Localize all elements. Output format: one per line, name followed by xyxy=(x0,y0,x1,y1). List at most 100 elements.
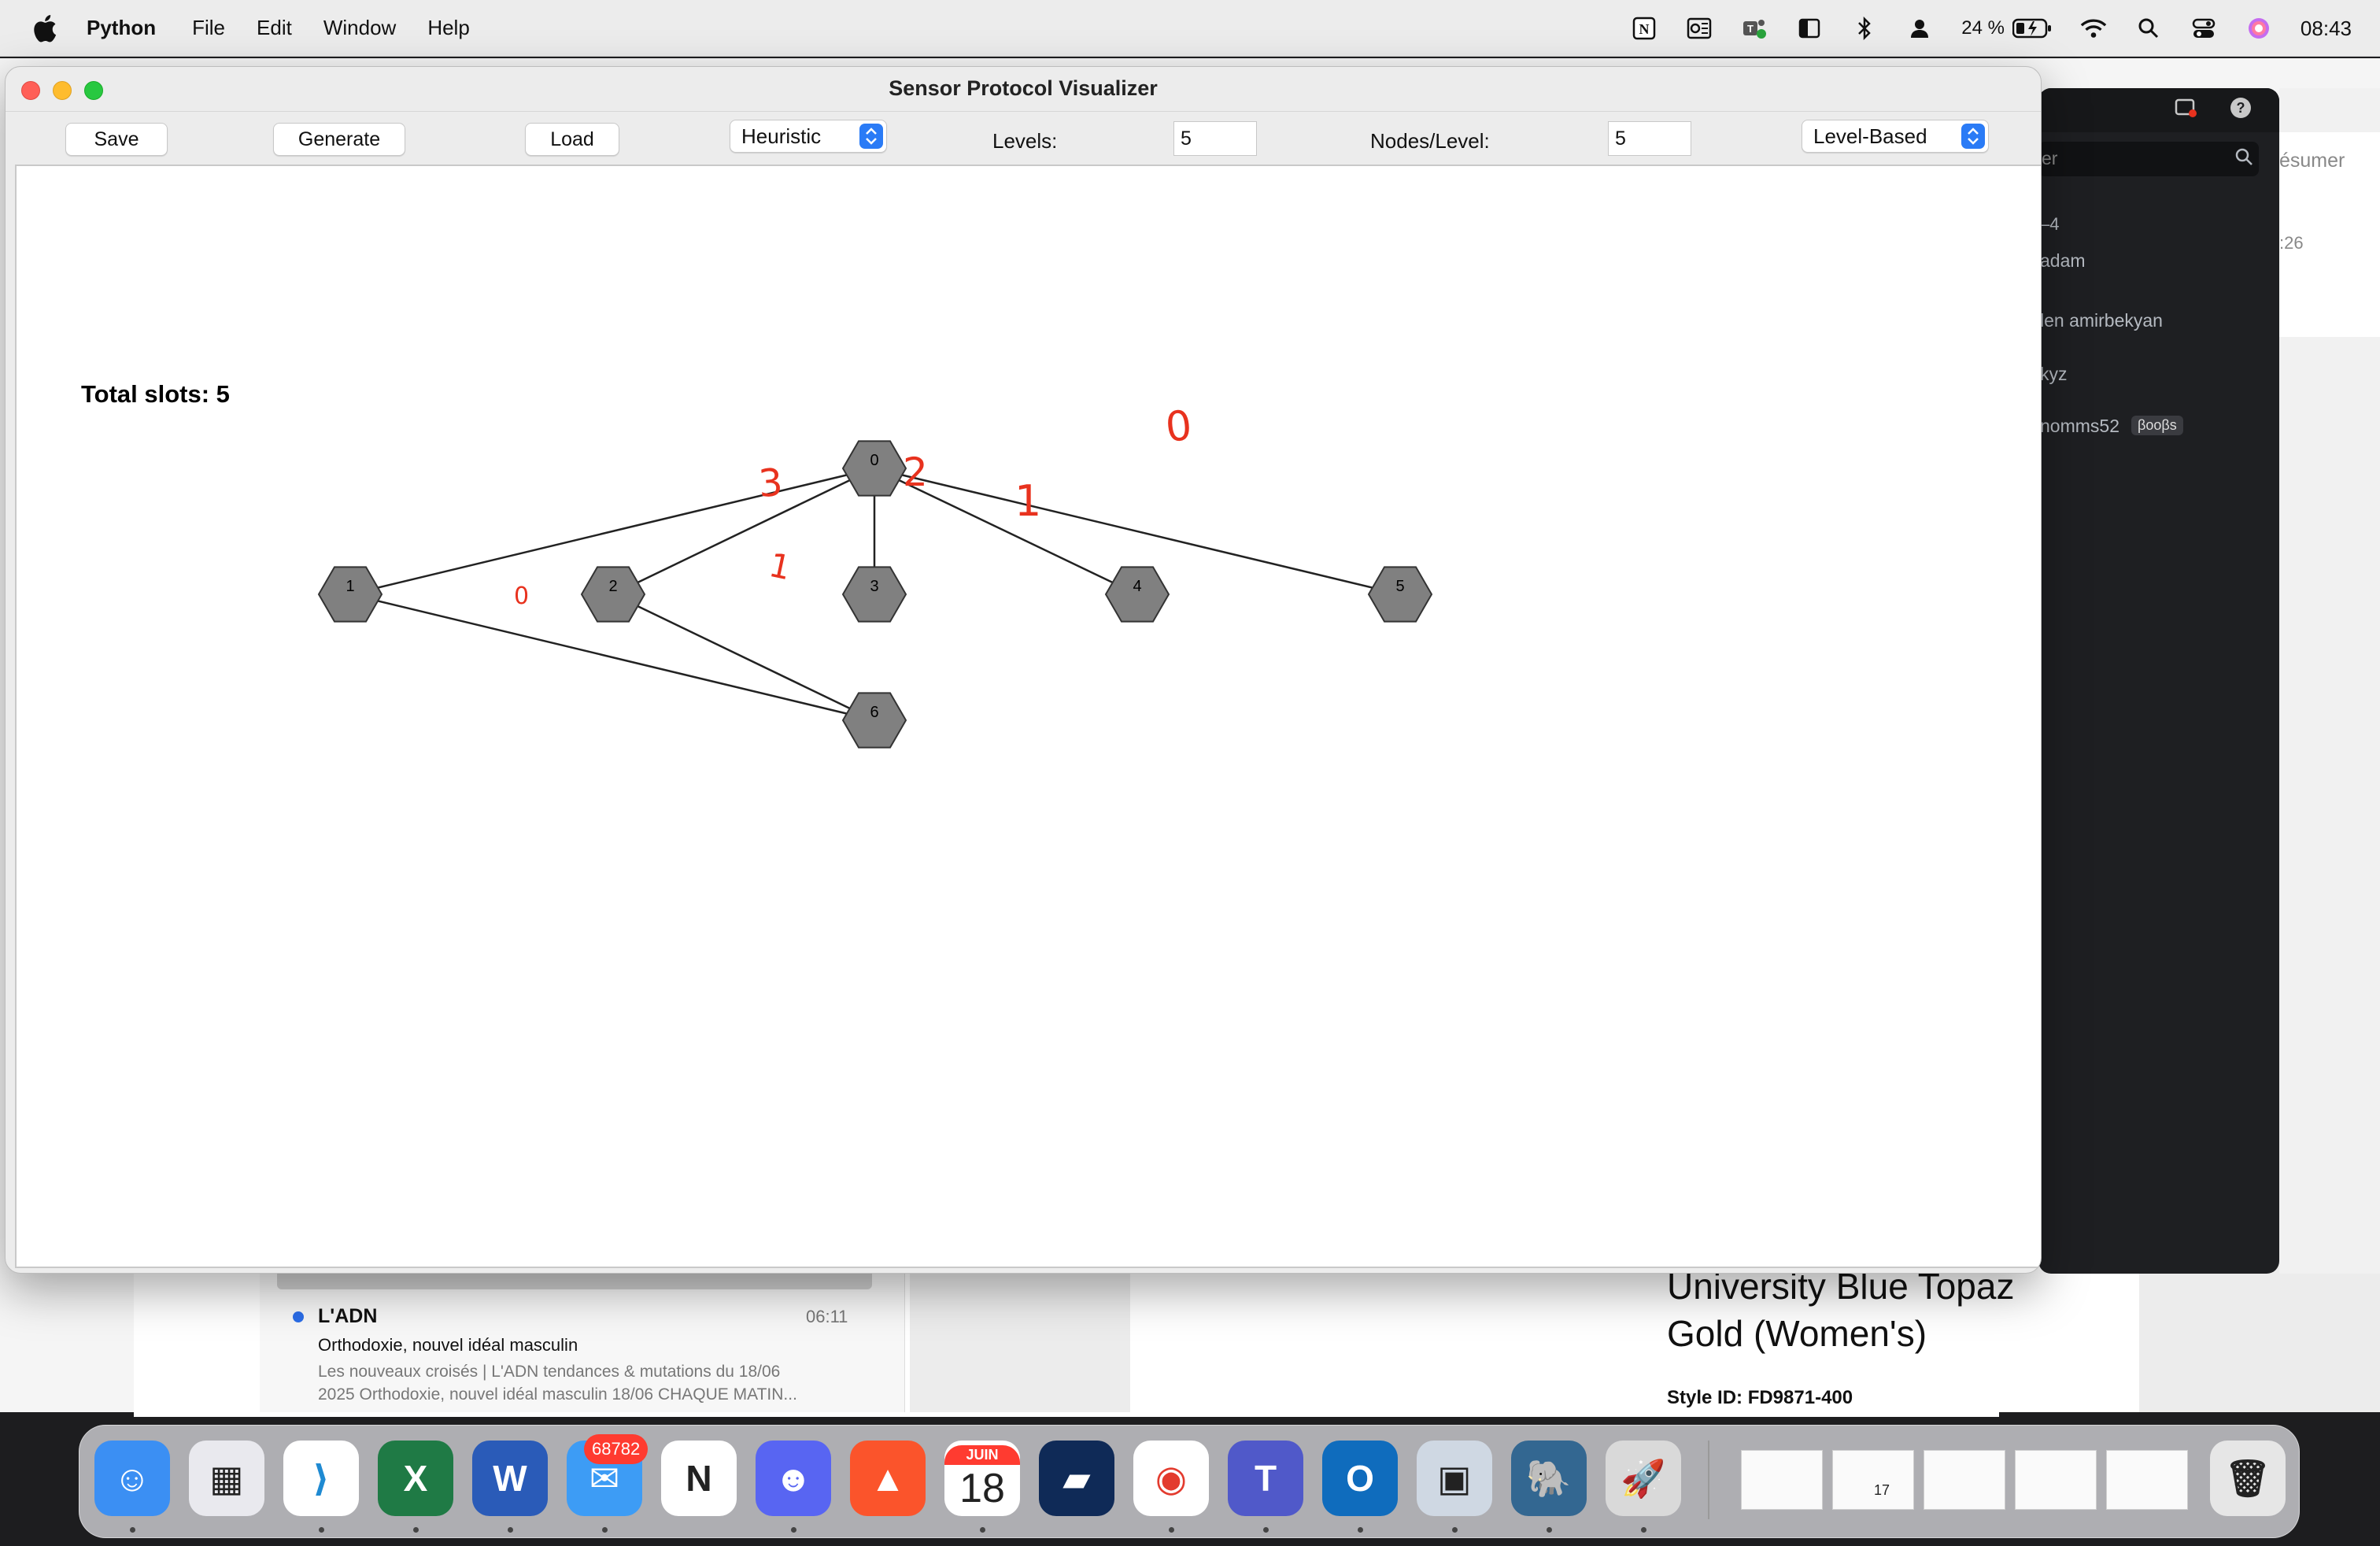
word-icon[interactable]: W xyxy=(472,1441,548,1516)
unread-dot xyxy=(293,1311,304,1322)
outlook-status-icon[interactable] xyxy=(1686,15,1713,42)
inbox-icon[interactable] xyxy=(2174,96,2197,120)
siri-icon[interactable] xyxy=(2245,15,2272,42)
graph-node-0[interactable]: 0 xyxy=(841,440,907,497)
resumer-label[interactable]: ésumer xyxy=(2279,150,2345,172)
handwritten-annotation-5: 1 xyxy=(766,546,794,587)
algorithm-select[interactable]: Heuristic xyxy=(730,120,887,153)
handwritten-annotation-6: 0 xyxy=(514,583,529,610)
levels-input[interactable] xyxy=(1173,121,1257,156)
chat-user-badge: βooβs xyxy=(2131,416,2183,435)
chat-item-1[interactable]: –4 xyxy=(2040,214,2059,235)
battery-icon[interactable] xyxy=(2012,15,2052,42)
postgres-icon[interactable]: 🐘 xyxy=(1511,1441,1587,1516)
minimized-window-thumbnail[interactable] xyxy=(1741,1450,1823,1510)
minimized-window-thumbnail[interactable] xyxy=(2106,1450,2188,1510)
dock-running-dot xyxy=(508,1527,513,1533)
layout-select-value: Level-Based xyxy=(1813,124,1927,148)
mail-subject[interactable]: Orthodoxie, nouvel idéal masculin xyxy=(318,1335,578,1356)
chrome-icon[interactable]: ◉ xyxy=(1133,1441,1209,1516)
python-launcher-icon[interactable]: 🚀 xyxy=(1606,1441,1681,1516)
graph-node-label: 1 xyxy=(346,578,354,595)
apple-menu-icon[interactable] xyxy=(30,13,58,44)
menu-edit[interactable]: Edit xyxy=(257,16,292,40)
graph-canvas[interactable]: Total slots: 5 0123456321010 xyxy=(15,165,2041,1268)
select-stepper-icon xyxy=(1961,124,1985,149)
graph-node-5[interactable]: 5 xyxy=(1367,566,1433,623)
mail-sender[interactable]: L'ADN xyxy=(318,1305,377,1328)
generate-button[interactable]: Generate xyxy=(273,123,405,156)
dock-running-dot xyxy=(1169,1527,1174,1533)
calendar-day: 18 xyxy=(959,1465,1005,1511)
dock-running-dot xyxy=(130,1527,135,1533)
graph-node-2[interactable]: 2 xyxy=(580,566,646,623)
chat-item-3[interactable]: len amirbekyan xyxy=(2040,310,2163,331)
linear-icon[interactable]: ▰ xyxy=(1039,1441,1114,1516)
graph-svg: 0 1 2 3 4 5 6 3 2 1 0 1 0 xyxy=(317,402,1433,749)
launchpad-icon[interactable]: ▦ xyxy=(189,1441,264,1516)
mail-time: 06:11 xyxy=(806,1307,848,1326)
teams-status-icon[interactable]: T xyxy=(1741,15,1768,42)
handwritten-annotation-4: 0 xyxy=(1163,402,1194,452)
menu-help[interactable]: Help xyxy=(427,16,469,40)
preview-icon[interactable]: ▣ xyxy=(1417,1441,1492,1516)
load-button[interactable]: Load xyxy=(525,123,619,156)
discord-icon[interactable]: ☻ xyxy=(756,1441,831,1516)
dock-running-dot xyxy=(1547,1527,1552,1533)
chat-item-5[interactable]: nomms52 xyxy=(2040,416,2119,437)
teams-icon[interactable]: T xyxy=(1228,1441,1303,1516)
chat-item-4[interactable]: kyz xyxy=(2040,364,2068,385)
trash-icon[interactable]: 🗑 xyxy=(2210,1441,2286,1516)
outlook-icon[interactable]: O xyxy=(1322,1441,1398,1516)
window-title: Sensor Protocol Visualizer xyxy=(889,76,1158,100)
finder-icon[interactable]: ☺ xyxy=(94,1441,170,1516)
excel-icon[interactable]: X xyxy=(378,1441,453,1516)
calendar-icon[interactable]: JUIN 18 xyxy=(944,1441,1020,1516)
menu-bar: Python File Edit Window Help N T 24 % 08… xyxy=(0,0,2380,57)
wifi-icon[interactable] xyxy=(2080,15,2107,42)
minimized-window-thumbnail[interactable] xyxy=(1924,1450,2005,1510)
chat-item-2[interactable]: adam xyxy=(2040,250,2086,272)
mail-preview-line-2: 2025 Orthodoxie, nouvel idéal masculin 1… xyxy=(318,1385,797,1404)
svg-text:?: ? xyxy=(2237,100,2245,116)
graph-node-6[interactable]: 6 xyxy=(841,692,907,749)
control-center-icon[interactable] xyxy=(2190,15,2217,42)
graph-node-label: 3 xyxy=(870,578,878,595)
toolbar: Save Generate Load Heuristic Levels: Nod… xyxy=(6,111,2041,168)
save-button[interactable]: Save xyxy=(65,123,168,156)
sensor-protocol-window: Sensor Protocol Visualizer Save Generate… xyxy=(5,66,2042,1274)
status-area: N T 24 % 08:43 xyxy=(1602,0,2352,57)
handwritten-annotation-3: 1 xyxy=(1014,476,1041,526)
window-titlebar[interactable]: Sensor Protocol Visualizer xyxy=(6,67,2041,111)
chat-search-input[interactable] xyxy=(2038,142,2259,176)
graph-node-label: 5 xyxy=(1395,578,1404,595)
notion-status-icon[interactable]: N xyxy=(1631,15,1658,42)
sidebar-status-icon[interactable] xyxy=(1796,15,1823,42)
vscode-icon[interactable]: ⟩ xyxy=(283,1441,359,1516)
right-strip-time: :26 xyxy=(2279,233,2304,253)
help-icon[interactable]: ? xyxy=(2229,96,2252,120)
nodes-per-level-label: Nodes/Level: xyxy=(1370,129,1490,153)
nodes-per-level-input[interactable] xyxy=(1608,121,1691,156)
dock-running-dot xyxy=(319,1527,324,1533)
layout-select[interactable]: Level-Based xyxy=(1802,120,1989,153)
menu-clock[interactable]: 08:43 xyxy=(2301,17,2352,41)
chat-search-icon[interactable] xyxy=(2234,146,2254,167)
graph-node-3[interactable]: 3 xyxy=(841,566,907,623)
bluetooth-icon[interactable] xyxy=(1851,15,1878,42)
menu-app-name[interactable]: Python xyxy=(87,16,156,40)
brave-icon[interactable]: ▲ xyxy=(850,1441,926,1516)
graph-node-1[interactable]: 1 xyxy=(317,566,383,623)
menu-file[interactable]: File xyxy=(192,16,225,40)
user-icon[interactable] xyxy=(1906,15,1933,42)
svg-text:N: N xyxy=(1639,21,1650,37)
notion-icon[interactable]: N xyxy=(661,1441,737,1516)
spotlight-search-icon[interactable] xyxy=(2135,15,2162,42)
graph-node-4[interactable]: 4 xyxy=(1104,566,1170,623)
menu-window[interactable]: Window xyxy=(323,16,396,40)
dock-separator xyxy=(1708,1441,1709,1519)
thumbnail-calendar-day: 17 xyxy=(1874,1482,1890,1498)
minimized-window-thumbnail[interactable]: 17 xyxy=(1832,1450,1914,1510)
minimized-window-thumbnail[interactable] xyxy=(2015,1450,2097,1510)
levels-label: Levels: xyxy=(992,129,1058,153)
